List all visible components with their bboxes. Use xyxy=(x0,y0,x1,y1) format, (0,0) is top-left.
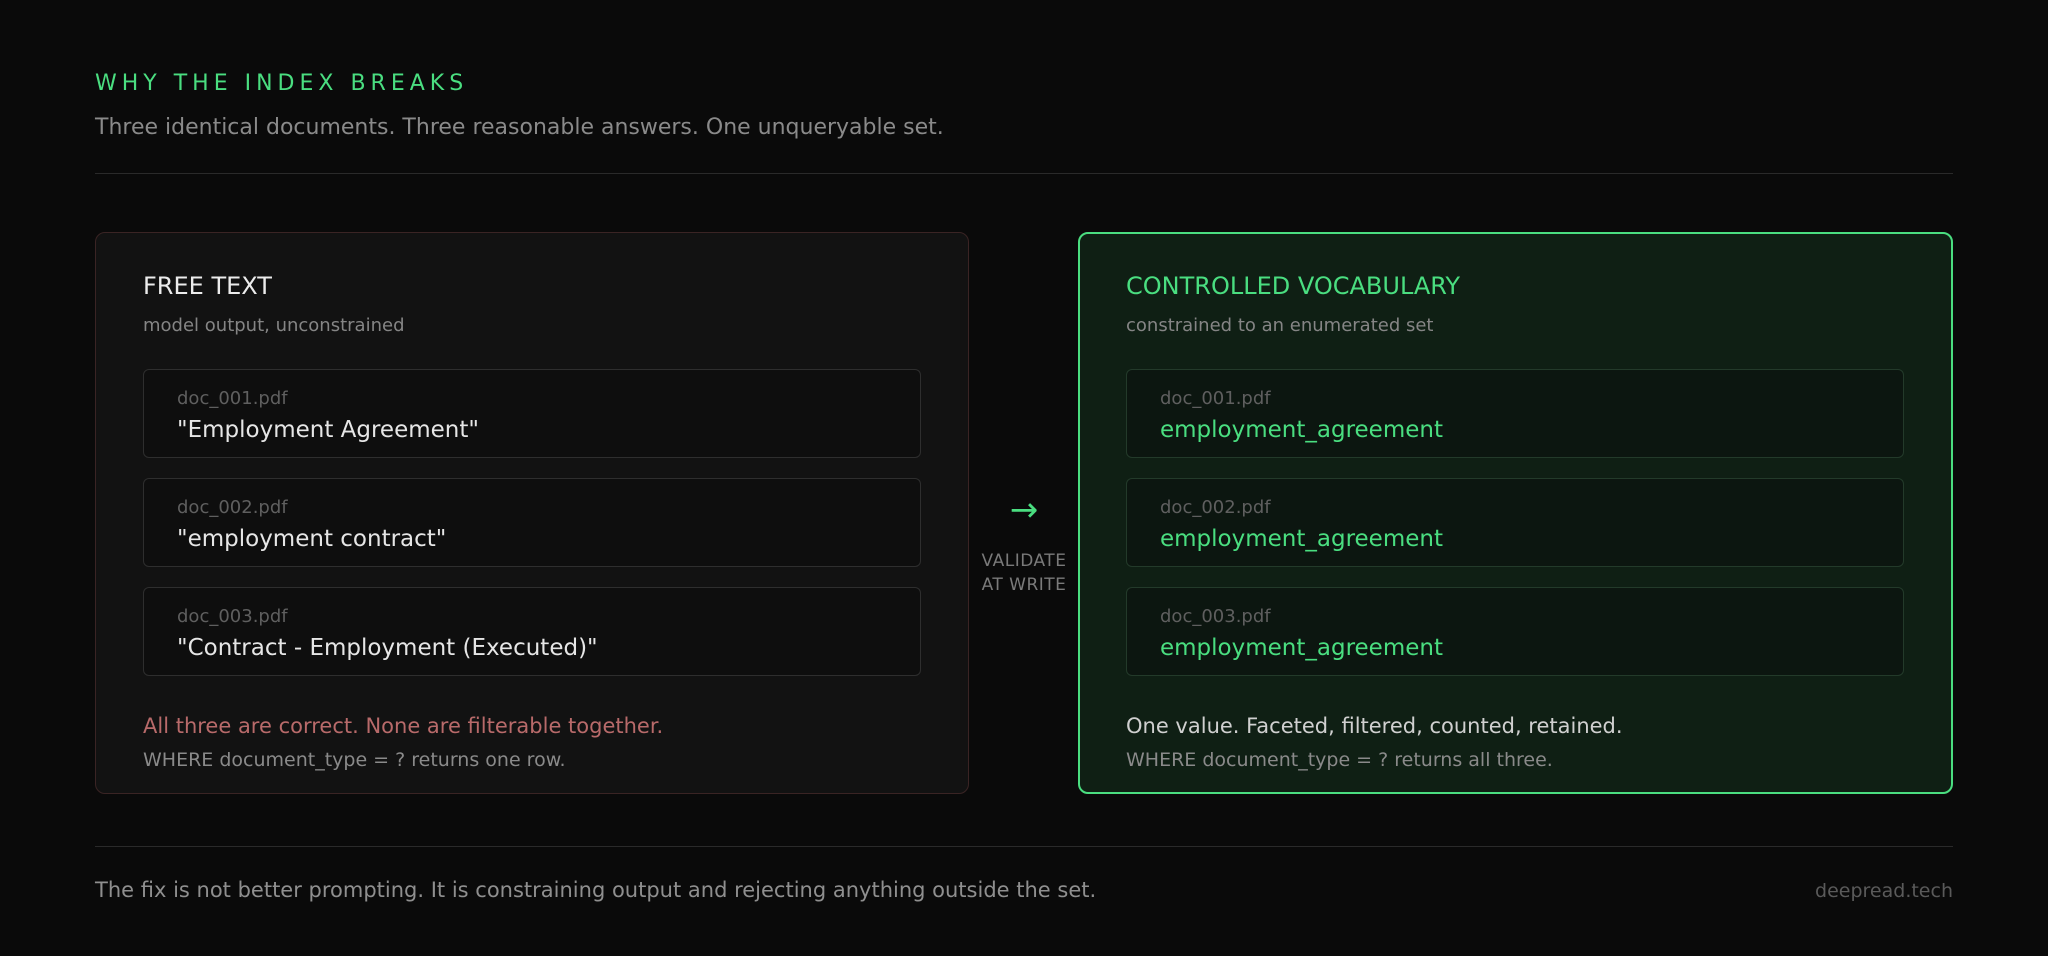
top-divider xyxy=(95,173,1953,174)
section-eyebrow: WHY THE INDEX BREAKS xyxy=(95,71,469,96)
free-text-note: All three are correct. None are filterab… xyxy=(143,714,664,738)
validate-label: VALIDATE AT WRITE xyxy=(973,549,1075,597)
controlled-vocabulary-subtitle: constrained to an enumerated set xyxy=(1126,315,1434,336)
footer-text: The fix is not better prompting. It is c… xyxy=(95,878,1097,902)
doc-value: "employment contract" xyxy=(177,526,447,552)
doc-filename: doc_002.pdf xyxy=(1160,497,1271,518)
doc-value: employment_agreement xyxy=(1160,635,1443,661)
free-text-title: FREE TEXT xyxy=(143,272,272,300)
controlled-vocabulary-query: WHERE document_type = ? returns all thre… xyxy=(1126,749,1553,771)
free-text-panel: FREE TEXT model output, unconstrained do… xyxy=(95,232,969,794)
controlled-vocabulary-panel: CONTROLLED VOCABULARY constrained to an … xyxy=(1078,232,1953,794)
right-arrow-icon: → xyxy=(1009,490,1039,530)
controlled-vocabulary-note: One value. Faceted, filtered, counted, r… xyxy=(1126,714,1623,738)
page: WHY THE INDEX BREAKS Three identical doc… xyxy=(0,0,2048,956)
doc-value: "Employment Agreement" xyxy=(177,417,479,443)
doc-filename: doc_001.pdf xyxy=(177,388,288,409)
free-text-query: WHERE document_type = ? returns one row. xyxy=(143,749,566,771)
doc-value: "Contract - Employment (Executed)" xyxy=(177,635,598,661)
free-text-doc-card: doc_002.pdf "employment contract" xyxy=(143,478,921,567)
controlled-doc-card: doc_001.pdf employment_agreement xyxy=(1126,369,1904,458)
section-subtitle: Three identical documents. Three reasona… xyxy=(95,115,944,140)
controlled-doc-card: doc_002.pdf employment_agreement xyxy=(1126,478,1904,567)
doc-filename: doc_003.pdf xyxy=(1160,606,1271,627)
controlled-doc-card: doc_003.pdf employment_agreement xyxy=(1126,587,1904,676)
validate-label-line2: AT WRITE xyxy=(981,575,1067,595)
bottom-divider xyxy=(95,846,1953,847)
validate-label-line1: VALIDATE xyxy=(981,551,1067,571)
brand-label: deepread.tech xyxy=(1815,880,1953,902)
doc-value: employment_agreement xyxy=(1160,526,1443,552)
doc-filename: doc_002.pdf xyxy=(177,497,288,518)
free-text-subtitle: model output, unconstrained xyxy=(143,315,405,336)
doc-value: employment_agreement xyxy=(1160,417,1443,443)
free-text-doc-card: doc_001.pdf "Employment Agreement" xyxy=(143,369,921,458)
controlled-vocabulary-title: CONTROLLED VOCABULARY xyxy=(1126,272,1461,300)
free-text-doc-card: doc_003.pdf "Contract - Employment (Exec… xyxy=(143,587,921,676)
doc-filename: doc_003.pdf xyxy=(177,606,288,627)
doc-filename: doc_001.pdf xyxy=(1160,388,1271,409)
